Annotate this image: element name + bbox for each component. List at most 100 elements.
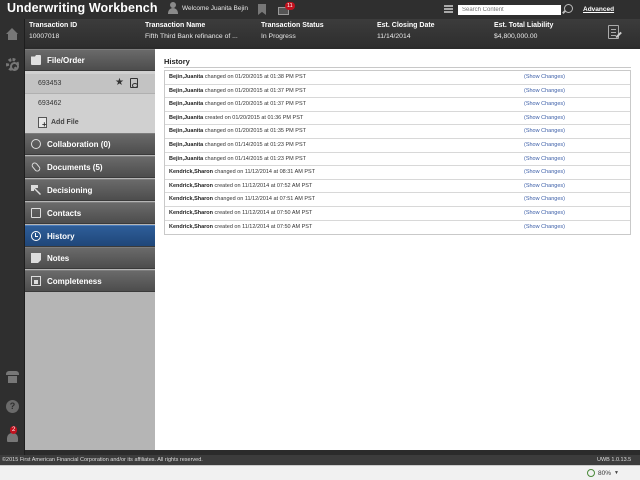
search-icon[interactable] xyxy=(564,4,573,13)
menu-icon[interactable] xyxy=(444,5,453,13)
transaction-id-label: Transaction ID xyxy=(29,22,78,29)
transaction-status-label: Transaction Status xyxy=(261,22,324,29)
show-changes-link[interactable]: (Show Changes) xyxy=(524,224,565,230)
show-changes-link[interactable]: (Show Changes) xyxy=(524,74,565,80)
history-user: Bejin,Juanita xyxy=(169,141,204,148)
app-title: Underwriting Workbench xyxy=(7,1,158,15)
contacts-icon xyxy=(31,208,41,218)
history-user: Bejin,Juanita xyxy=(169,114,204,121)
history-entry: Bejin,Juanita changed on 01/14/2015 at 0… xyxy=(169,156,306,162)
sidebar-item-label: Contacts xyxy=(47,209,82,218)
history-entry: Bejin,Juanita changed on 01/20/2015 at 0… xyxy=(169,101,306,107)
file-item[interactable]: 693462 xyxy=(25,94,155,114)
version-text: UWB 1.0.13.5 xyxy=(597,457,632,463)
history-action: changed on 01/20/2015 at 01:35 PM PST xyxy=(204,128,306,135)
transaction-status-value: In Progress xyxy=(261,33,296,40)
notes-icon xyxy=(31,253,41,263)
sidebar-item-contacts[interactable]: Contacts xyxy=(25,202,155,224)
history-table: Bejin,Juanita changed on 01/20/2015 at 0… xyxy=(164,70,631,236)
show-changes-link[interactable]: (Show Changes) xyxy=(524,156,565,162)
table-row: Bejin,Juanita changed on 01/20/2015 at 0… xyxy=(165,125,630,139)
history-entry: Bejin,Juanita changed on 01/14/2015 at 0… xyxy=(169,142,306,148)
bookmark-icon[interactable] xyxy=(258,4,266,15)
edit-document-icon[interactable] xyxy=(608,25,619,39)
history-user: Bejin,Juanita xyxy=(169,74,204,80)
transaction-id-value: 10007018 xyxy=(29,33,60,40)
est-closing-date-value: 11/14/2014 xyxy=(377,33,411,40)
help-icon[interactable]: ? xyxy=(6,400,19,413)
show-changes-link[interactable]: (Show Changes) xyxy=(524,142,565,148)
add-file-button[interactable]: Add File xyxy=(38,117,79,129)
pdf-icon[interactable] xyxy=(130,78,138,88)
history-action: changed on 01/14/2015 at 01:23 PM PST xyxy=(204,155,306,162)
table-row: Bejin,Juanita changed on 01/20/2015 at 0… xyxy=(165,98,630,112)
welcome-text: Welcome Juanita Bejin xyxy=(182,5,248,12)
show-changes-link[interactable]: (Show Changes) xyxy=(524,183,565,189)
sidebar-item-label: Completeness xyxy=(47,277,102,286)
star-icon[interactable]: ★ xyxy=(115,77,124,88)
zoom-level: 80% xyxy=(598,469,612,477)
history-user: Bejin,Juanita xyxy=(169,155,204,162)
history-entry: Kendrick,Sharon changed on 11/12/2014 at… xyxy=(169,196,315,202)
sidebar-item-completeness[interactable]: Completeness xyxy=(25,270,155,292)
gear-icon[interactable] xyxy=(6,58,19,71)
table-row: Bejin,Juanita changed on 01/20/2015 at 0… xyxy=(165,71,630,85)
show-changes-link[interactable]: (Show Changes) xyxy=(524,101,565,107)
checklist-icon xyxy=(31,276,41,286)
clock-icon xyxy=(31,231,41,241)
show-changes-link[interactable]: (Show Changes) xyxy=(524,169,565,175)
add-file-label: Add File xyxy=(51,119,79,126)
welcome-user[interactable]: Welcome Juanita Bejin xyxy=(168,2,248,15)
show-changes-link[interactable]: (Show Changes) xyxy=(524,88,565,94)
transaction-name: Transaction Name Fifth Third Bank refina… xyxy=(145,22,238,40)
sidebar-item-label: Documents (5) xyxy=(47,163,103,172)
status-bar: 80% ▼ xyxy=(0,465,640,480)
advanced-search-link[interactable]: Advanced xyxy=(583,6,614,13)
sidebar-item-history[interactable]: History xyxy=(25,225,155,247)
table-row: Bejin,Juanita changed on 01/14/2015 at 0… xyxy=(165,139,630,153)
history-entry: Kendrick,Sharon created on 11/12/2014 at… xyxy=(169,183,312,189)
sidebar-item-collaboration[interactable]: Collaboration (0) xyxy=(25,133,155,155)
phone-icon[interactable] xyxy=(6,371,19,384)
home-icon[interactable] xyxy=(6,28,19,41)
transaction-name-label: Transaction Name xyxy=(145,22,206,29)
history-user: Kendrick,Sharon xyxy=(169,209,214,216)
history-action: changed on 11/12/2014 at 08:31 AM PST xyxy=(214,169,316,176)
show-changes-link[interactable]: (Show Changes) xyxy=(524,128,565,134)
file-item[interactable]: 693453 ★ xyxy=(25,74,155,94)
search-input[interactable] xyxy=(458,5,561,15)
sidebar-item-decisioning[interactable]: Decisioning xyxy=(25,179,155,201)
sidebar-item-label: Decisioning xyxy=(47,186,93,195)
history-user: Kendrick,Sharon xyxy=(169,182,214,189)
est-closing-date-label: Est. Closing Date xyxy=(377,22,435,29)
sidebar-item-file-order[interactable]: File/Order xyxy=(25,49,155,71)
history-action: changed on 11/12/2014 at 07:51 AM PST xyxy=(214,196,316,203)
gavel-icon xyxy=(31,185,41,195)
est-total-liability-label: Est. Total Liability xyxy=(494,22,554,29)
sidebar-item-documents[interactable]: Documents (5) xyxy=(25,156,155,178)
show-changes-link[interactable]: (Show Changes) xyxy=(524,115,565,121)
history-user: Kendrick,Sharon xyxy=(169,196,214,203)
table-row: Kendrick,Sharon created on 11/12/2014 at… xyxy=(165,221,630,235)
history-entry: Kendrick,Sharon created on 11/12/2014 at… xyxy=(169,210,312,216)
zoom-control[interactable]: 80% ▼ xyxy=(587,469,619,477)
transaction-name-value: Fifth Third Bank refinance of ... xyxy=(145,33,238,40)
sidebar-item-notes[interactable]: Notes xyxy=(25,247,155,269)
show-changes-link[interactable]: (Show Changes) xyxy=(524,210,565,216)
show-changes-link[interactable]: (Show Changes) xyxy=(524,196,565,202)
section-title: History xyxy=(164,57,190,66)
table-row: Bejin,Juanita created on 01/20/2015 at 0… xyxy=(165,112,630,126)
table-row: Bejin,Juanita changed on 01/20/2015 at 0… xyxy=(165,85,630,99)
history-action: changed on 01/20/2015 at 01:37 PM PST xyxy=(204,87,306,94)
history-entry: Kendrick,Sharon created on 11/12/2014 at… xyxy=(169,224,312,230)
est-total-liability: Est. Total Liability $4,800,000.00 xyxy=(494,22,553,40)
table-row: Kendrick,Sharon created on 11/12/2014 at… xyxy=(165,207,630,221)
add-file-icon xyxy=(38,117,47,129)
history-entry: Kendrick,Sharon changed on 11/12/2014 at… xyxy=(169,169,315,175)
history-user: Bejin,Juanita xyxy=(169,87,204,94)
sidebar-item-label: Notes xyxy=(47,254,70,263)
history-user: Bejin,Juanita xyxy=(169,101,204,108)
history-user: Kendrick,Sharon xyxy=(169,169,214,176)
history-action: created on 11/12/2014 at 07:52 AM PST xyxy=(214,182,313,189)
est-closing-date: Est. Closing Date 11/14/2014 xyxy=(377,22,435,40)
